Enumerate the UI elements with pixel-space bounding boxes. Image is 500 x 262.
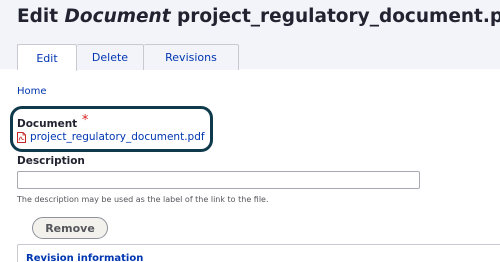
document-file: project_regulatory_document.pdf — [17, 131, 205, 143]
document-label: Document * — [17, 113, 89, 131]
tab-delete[interactable]: Delete — [77, 44, 144, 70]
required-marker: * — [81, 113, 89, 128]
description-help-text: The description may be used as the label… — [17, 195, 269, 204]
primary-tabs: Edit Delete Revisions — [17, 44, 239, 71]
tab-edit-label: Edit — [36, 51, 58, 65]
tab-delete-label: Delete — [91, 51, 129, 64]
document-label-text: Document — [17, 118, 78, 130]
tab-revisions-label: Revisions — [165, 51, 217, 64]
tab-revisions[interactable]: Revisions — [144, 44, 239, 70]
title-prefix: Edit — [17, 6, 59, 27]
description-input[interactable] — [17, 171, 420, 189]
tab-edit[interactable]: Edit — [18, 44, 77, 71]
description-label: Description — [17, 155, 85, 167]
title-file-name: project_regulatory_document.pdf — [177, 6, 500, 27]
remove-button[interactable]: Remove — [32, 217, 108, 239]
document-file-link[interactable]: project_regulatory_document.pdf — [30, 131, 205, 143]
title-entity-type: Document — [64, 6, 171, 27]
page-title: Edit Document project_regulatory_documen… — [17, 6, 500, 27]
revision-information-summary[interactable]: Revision information — [26, 253, 143, 262]
pdf-file-icon — [17, 131, 26, 143]
breadcrumb-home-link[interactable]: Home — [17, 86, 47, 97]
page-header: Edit Document project_regulatory_documen… — [0, 0, 500, 71]
page: Edit Document project_regulatory_documen… — [0, 0, 500, 262]
